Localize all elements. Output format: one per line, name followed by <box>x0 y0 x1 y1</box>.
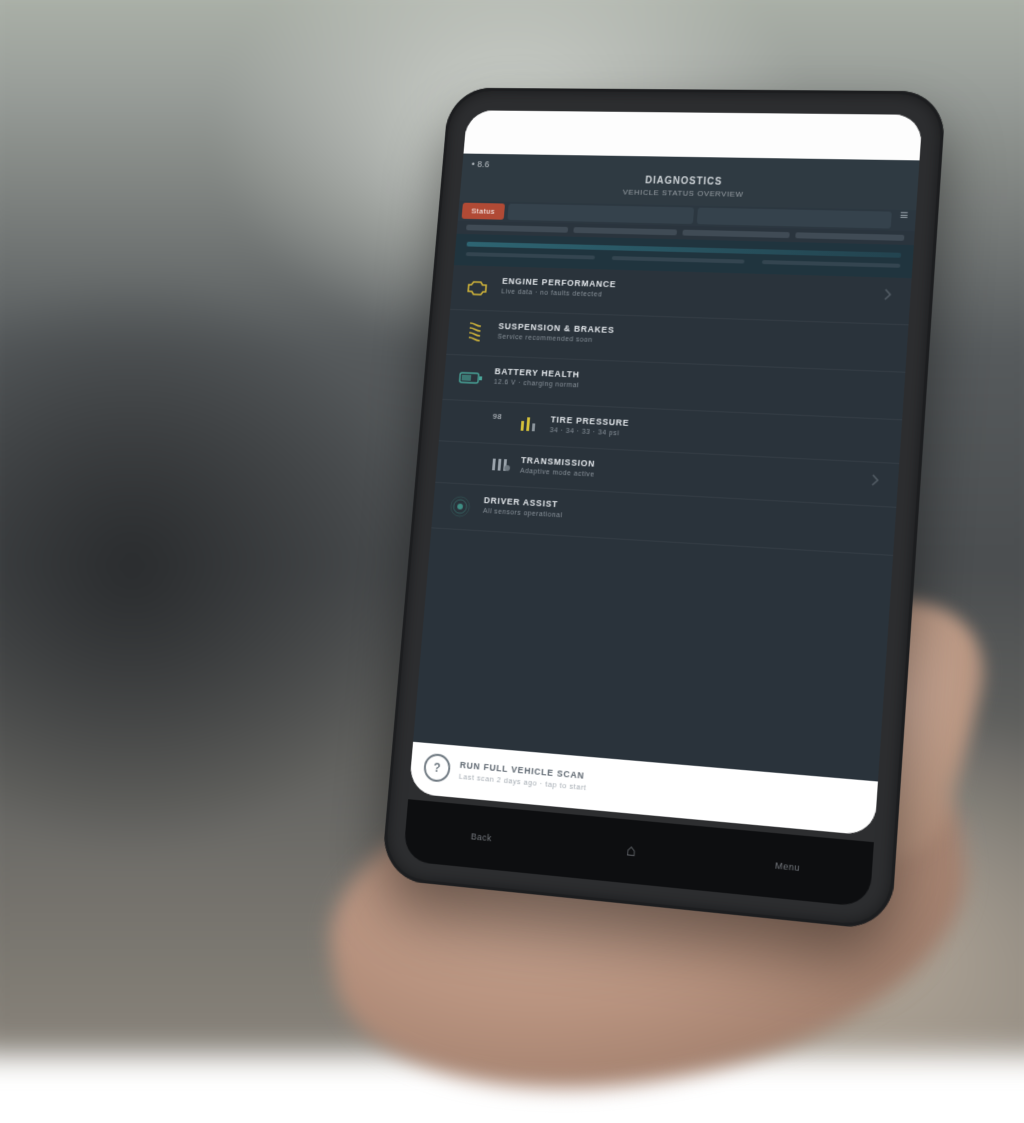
status-bar <box>463 110 922 160</box>
chip[interactable] <box>573 227 677 235</box>
bars-icon <box>517 413 541 435</box>
nav-back[interactable]: Back <box>470 831 492 843</box>
chip[interactable] <box>795 232 905 241</box>
header-indicator: • 8.6 <box>471 159 490 169</box>
chip[interactable] <box>466 225 568 233</box>
battery-icon <box>456 365 486 391</box>
chip[interactable] <box>682 230 789 238</box>
hamburger-icon[interactable]: ≡ <box>895 212 912 229</box>
tab-2[interactable] <box>507 204 694 224</box>
nav-home-icon[interactable]: ⌂ <box>625 842 636 861</box>
nav-recent[interactable]: Menu <box>775 860 801 873</box>
help-icon: ? <box>423 753 451 783</box>
chevron-right-icon <box>865 473 884 488</box>
sliders-icon <box>488 454 512 477</box>
item-badge: 98 <box>492 412 509 421</box>
phone-device: • 8.6 DIAGNOSTICS VEHICLE STATUS OVERVIE… <box>381 88 947 931</box>
summary-metric <box>466 252 595 259</box>
summary-metric <box>611 256 745 264</box>
phone-screen: • 8.6 DIAGNOSTICS VEHICLE STATUS OVERVIE… <box>409 110 923 836</box>
tab-status[interactable]: Status <box>462 203 505 220</box>
diagnostics-list[interactable]: ENGINE PERFORMANCE Live data · no faults… <box>413 265 912 781</box>
summary-metric <box>762 260 900 268</box>
tab-3[interactable] <box>697 208 892 229</box>
engine-icon <box>464 275 494 301</box>
radar-icon <box>445 493 475 520</box>
spring-icon <box>460 320 490 346</box>
chevron-right-icon <box>878 287 897 302</box>
